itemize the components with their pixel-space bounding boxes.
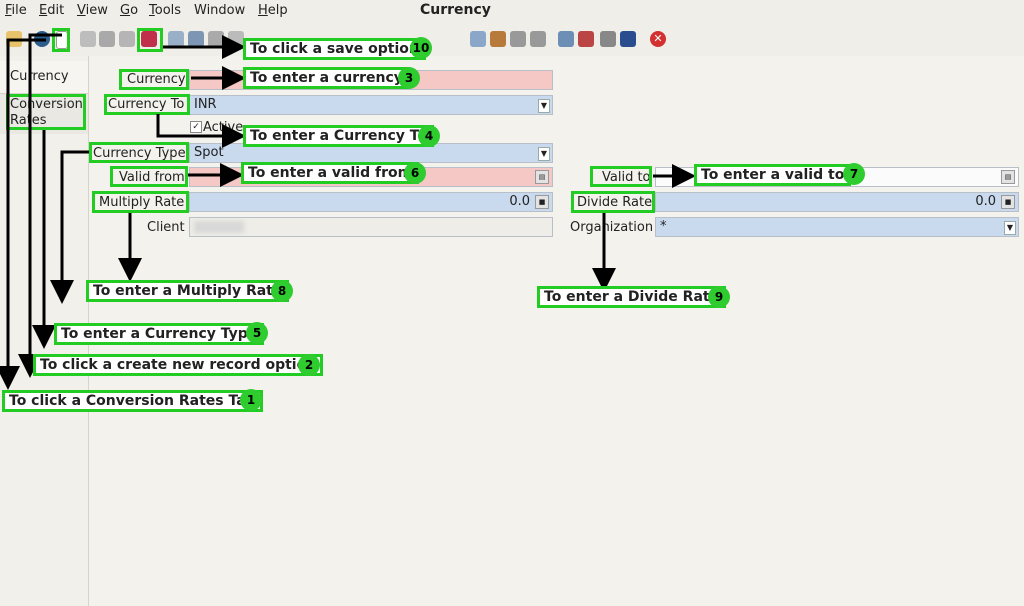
highlight-new-record bbox=[52, 28, 70, 52]
chat-icon[interactable] bbox=[228, 31, 244, 47]
annotation-conversion-tab: To click a Conversion Rates Tab bbox=[2, 390, 263, 412]
annotation-save: To click a save option bbox=[243, 38, 426, 60]
annotation-number: 8 bbox=[271, 280, 293, 302]
menu-help[interactable]: Help bbox=[258, 3, 288, 18]
close-icon[interactable]: ✕ bbox=[650, 31, 666, 47]
divide-rate-value: 0.0 bbox=[975, 194, 996, 209]
help-icon[interactable] bbox=[34, 31, 50, 47]
archive-icon[interactable] bbox=[490, 31, 506, 47]
window-title: Currency bbox=[420, 2, 491, 18]
client-label: Client bbox=[147, 220, 185, 235]
find-icon[interactable] bbox=[188, 31, 204, 47]
annotation-number: 10 bbox=[410, 37, 432, 59]
annotation-valid-from: To enter a valid from bbox=[241, 162, 420, 184]
undo-icon[interactable] bbox=[6, 31, 22, 47]
client-value-redacted bbox=[194, 221, 244, 233]
menu-file[interactable]: File bbox=[5, 3, 27, 18]
calculator-icon[interactable]: ■ bbox=[535, 195, 549, 209]
currency-to-select[interactable]: INR ▼ bbox=[189, 95, 553, 115]
product-info-icon[interactable] bbox=[600, 31, 616, 47]
chevron-down-icon[interactable]: ▼ bbox=[1004, 221, 1016, 235]
print-preview-icon[interactable] bbox=[530, 31, 546, 47]
menu-bar: File Edit View Go Tools Window Help Curr… bbox=[0, 0, 1024, 22]
organization-select[interactable]: * ▼ bbox=[655, 217, 1019, 237]
highlight-divide-rate bbox=[571, 191, 655, 213]
organization-label: Organization bbox=[570, 220, 654, 235]
delete-icon[interactable] bbox=[99, 31, 115, 47]
annotation-new-record: To click a create new record option bbox=[33, 354, 324, 376]
annotation-currency-type: To enter a Currency Type bbox=[54, 323, 265, 345]
highlight-multiply-rate bbox=[92, 191, 189, 213]
active-checkbox[interactable]: ✓ bbox=[190, 121, 202, 133]
annotation-number: 2 bbox=[298, 354, 320, 376]
calculator-icon[interactable]: ■ bbox=[1001, 195, 1015, 209]
print-icon[interactable] bbox=[510, 31, 526, 47]
copy-record-icon[interactable] bbox=[80, 31, 96, 47]
annotation-number: 1 bbox=[240, 389, 262, 411]
menu-go[interactable]: Go bbox=[120, 3, 138, 18]
menu-window[interactable]: Window bbox=[194, 3, 245, 18]
highlight-valid-from bbox=[110, 166, 188, 187]
highlight-currency-to bbox=[104, 94, 190, 115]
annotation-currency: To enter a currency bbox=[243, 67, 410, 89]
refresh-icon[interactable] bbox=[168, 31, 184, 47]
annotation-number: 9 bbox=[708, 286, 730, 308]
divide-rate-input[interactable]: 0.0 ■ bbox=[655, 192, 1019, 212]
currency-type-value: Spot bbox=[194, 145, 224, 160]
highlight-save bbox=[137, 28, 163, 52]
window-icon[interactable] bbox=[620, 31, 636, 47]
annotation-number: 3 bbox=[398, 67, 420, 89]
active-label: Active bbox=[203, 120, 244, 135]
menu-edit[interactable]: Edit bbox=[39, 3, 64, 18]
calendar-icon[interactable]: ▤ bbox=[535, 170, 549, 184]
annotation-number: 4 bbox=[418, 125, 440, 147]
zoom-across-icon[interactable] bbox=[558, 31, 574, 47]
delete-selection-icon[interactable] bbox=[119, 31, 135, 47]
annotation-multiply-rate: To enter a Multiply Rate bbox=[86, 280, 290, 302]
multiply-rate-input[interactable]: 0.0 ■ bbox=[189, 192, 553, 212]
highlight-currency-type bbox=[89, 142, 189, 163]
chevron-down-icon[interactable]: ▼ bbox=[538, 99, 550, 113]
currency-to-value: INR bbox=[194, 97, 217, 112]
workflow-icon[interactable] bbox=[578, 31, 594, 47]
annotation-number: 6 bbox=[404, 162, 426, 184]
highlight-currency bbox=[119, 69, 189, 90]
annotation-currency-to: To enter a Currency To bbox=[243, 125, 435, 147]
annotation-number: 7 bbox=[843, 163, 865, 185]
menu-tools[interactable]: Tools bbox=[149, 3, 181, 18]
report-icon[interactable] bbox=[470, 31, 486, 47]
annotation-number: 5 bbox=[246, 322, 268, 344]
annotation-divide-rate: To enter a Divide Rate bbox=[537, 286, 727, 308]
chevron-down-icon[interactable]: ▼ bbox=[538, 147, 550, 161]
annotation-valid-to: To enter a valid to bbox=[694, 164, 852, 186]
client-field bbox=[189, 217, 553, 237]
multiply-rate-value: 0.0 bbox=[509, 194, 530, 209]
calendar-icon[interactable]: ▤ bbox=[1001, 170, 1015, 184]
attachment-icon[interactable] bbox=[208, 31, 224, 47]
tab-currency[interactable]: Currency bbox=[0, 61, 88, 94]
organization-value: * bbox=[660, 219, 667, 234]
highlight-valid-to bbox=[590, 166, 652, 187]
highlight-conversion-tab bbox=[6, 94, 86, 130]
menu-view[interactable]: View bbox=[77, 3, 108, 18]
